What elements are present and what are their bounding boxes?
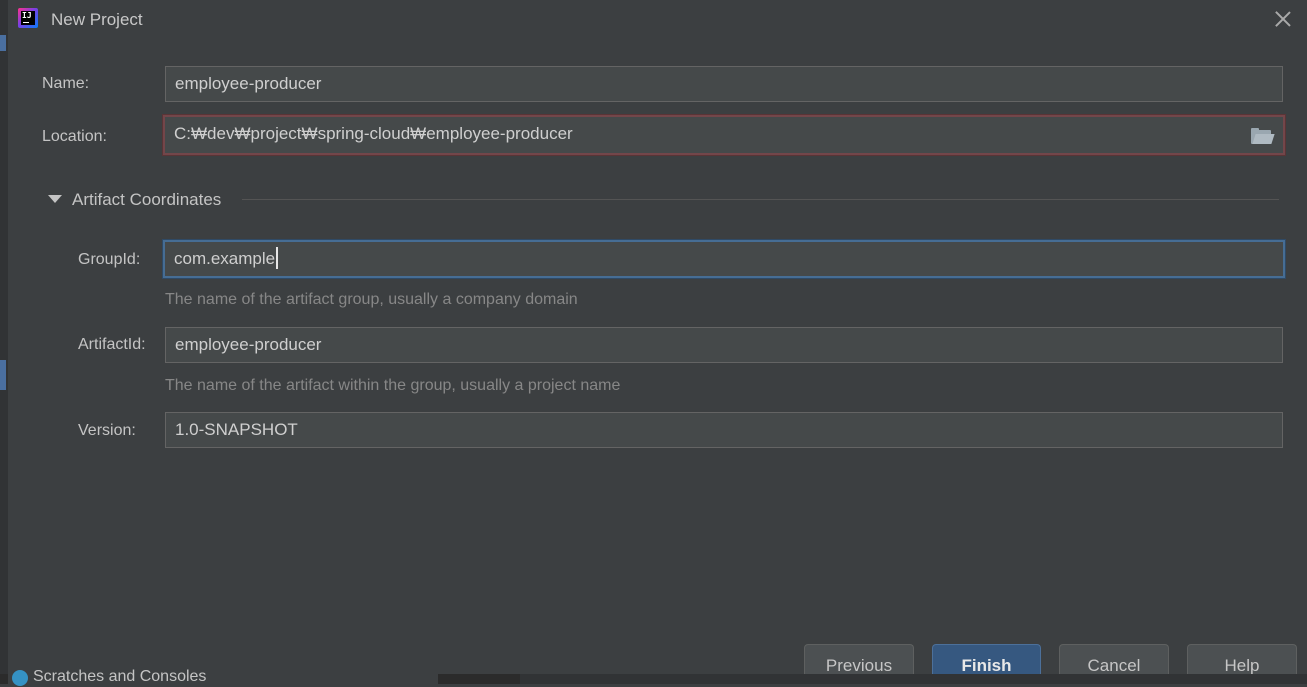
expand-triangle-icon [48, 195, 62, 203]
ide-strip-marker [0, 35, 6, 51]
version-label: Version: [78, 422, 136, 439]
intellij-app-icon: IJ [18, 8, 38, 28]
scratches-tree-item[interactable]: Scratches and Consoles [33, 668, 206, 686]
new-project-dialog: IJ New Project Name: employee-producer L… [8, 0, 1307, 684]
ide-strip-selection [0, 360, 6, 390]
ide-left-strip [0, 0, 8, 684]
groupid-hint: The name of the artifact group, usually … [165, 291, 578, 308]
text-caret [276, 247, 278, 269]
location-field-value: C:₩dev₩project₩spring-cloud₩employee-pro… [174, 124, 573, 143]
name-field[interactable]: employee-producer [165, 66, 1283, 102]
groupid-field[interactable]: com.example [163, 240, 1285, 278]
section-divider [242, 199, 1279, 200]
name-field-value: employee-producer [175, 74, 322, 93]
groupid-label: GroupId: [78, 251, 141, 268]
folder-front [1252, 134, 1275, 144]
location-field[interactable]: C:₩dev₩project₩spring-cloud₩employee-pro… [163, 115, 1285, 155]
ide-editor-edge [520, 674, 1307, 684]
version-field-value: 1.0-SNAPSHOT [175, 420, 298, 439]
artifact-coordinates-title[interactable]: Artifact Coordinates [72, 190, 221, 210]
groupid-field-value: com.example [174, 249, 276, 268]
artifactid-field[interactable]: employee-producer [165, 327, 1283, 363]
artifactid-hint: The name of the artifact within the grou… [165, 377, 621, 394]
app-icon-text: IJ [21, 11, 35, 25]
artifactid-label: ArtifactId: [78, 336, 146, 353]
dialog-title: New Project [51, 10, 143, 29]
close-icon[interactable] [1272, 8, 1294, 30]
name-label: Name: [42, 75, 90, 92]
location-label: Location: [42, 128, 107, 145]
folder-open-icon[interactable] [1251, 128, 1275, 144]
dialog-titlebar: IJ New Project [8, 0, 1307, 40]
version-field[interactable]: 1.0-SNAPSHOT [165, 412, 1283, 448]
artifactid-field-value: employee-producer [175, 335, 322, 354]
artifact-coordinates-toggle[interactable] [46, 192, 62, 208]
